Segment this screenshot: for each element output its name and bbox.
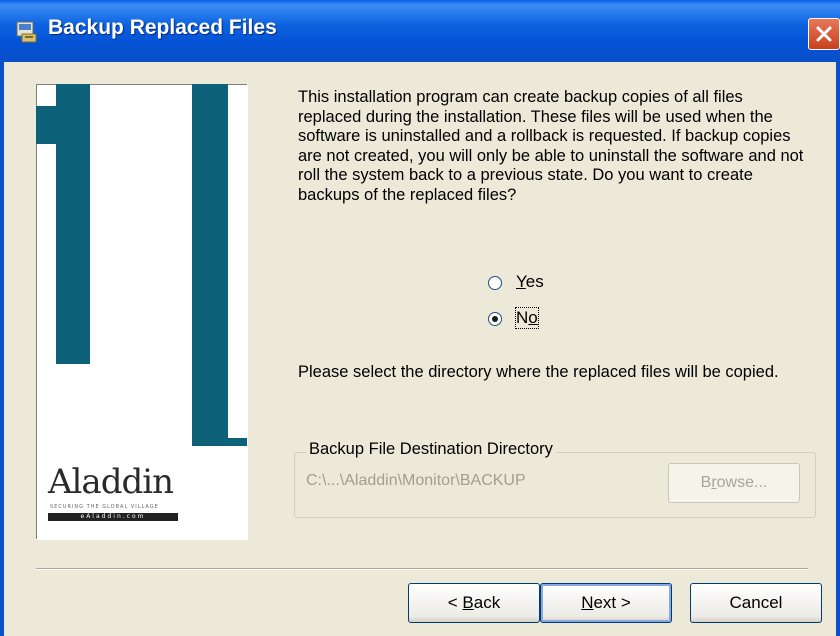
cancel-button[interactable]: Cancel	[690, 583, 822, 623]
browse-button[interactable]: Browse...	[668, 463, 800, 503]
close-icon	[816, 26, 832, 42]
aladdin-logo: Aladdin SECURING THE GLOBAL VILLAGE eAla…	[48, 462, 238, 522]
installer-dialog: Backup Replaced Files Aladdin SECURING T…	[0, 0, 840, 636]
separator	[36, 568, 808, 570]
yes-radio-label[interactable]: Yes	[516, 272, 544, 292]
side-banner: Aladdin SECURING THE GLOBAL VILLAGE eAla…	[36, 84, 248, 540]
title-bar[interactable]: Backup Replaced Files	[0, 0, 840, 62]
window-border-right	[836, 62, 840, 636]
installer-icon	[16, 21, 37, 43]
close-button[interactable]	[808, 18, 840, 50]
banner-stripe	[192, 84, 228, 446]
next-button[interactable]: Next >	[540, 583, 672, 623]
back-button[interactable]: < Back	[408, 583, 540, 623]
radio-circle[interactable]	[488, 312, 502, 326]
radio-circle[interactable]	[488, 276, 502, 290]
group-legend: Backup File Destination Directory	[306, 440, 556, 459]
logo-url: eAladdin.com	[48, 513, 178, 521]
banner-stripe	[228, 438, 247, 446]
window-title: Backup Replaced Files	[48, 16, 277, 39]
backup-path-text: C:\...\Aladdin\Monitor\BACKUP	[306, 472, 526, 489]
no-radio-label[interactable]: No	[515, 307, 539, 329]
radio-selected-dot	[492, 316, 498, 322]
description-text: This installation program can create bac…	[298, 88, 804, 204]
select-directory-text: Please select the directory where the re…	[298, 363, 779, 381]
logo-tagline: SECURING THE GLOBAL VILLAGE	[50, 504, 159, 510]
logo-wordmark: Aladdin	[48, 462, 174, 502]
banner-stripe	[36, 106, 90, 144]
window-border-left	[0, 62, 4, 636]
